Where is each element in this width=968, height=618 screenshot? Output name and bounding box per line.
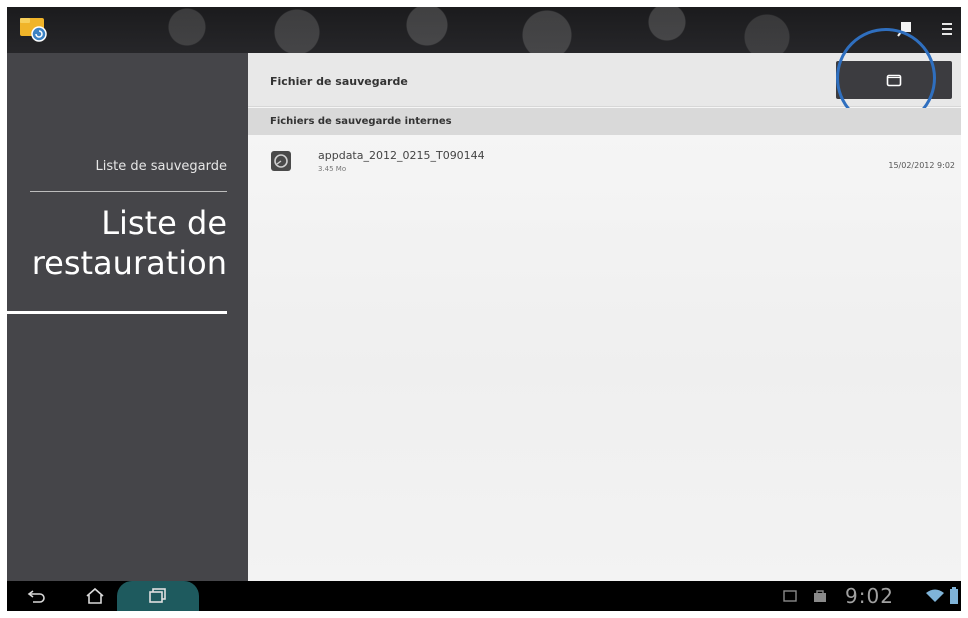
content-header: Fichier de sauvegarde [248,28,961,128]
section-header: Fichiers de sauvegarde internes [248,108,961,135]
battery-icon [950,587,958,604]
file-list-item[interactable]: appdata_2012_0215_T090144 3.45 Mo 15/02/… [248,145,961,185]
nav-divider [30,191,227,192]
system-navigation-bar: 9:02 [7,581,961,611]
sidebar: Liste de sauvegarde Liste de restauratio… [7,53,248,581]
section-title: Fichiers de sauvegarde internes [270,116,452,127]
wifi-icon [926,589,944,602]
action-bar [7,7,961,53]
nav-restore-label-line2: restauration [31,244,227,282]
nav-item-restore-list[interactable]: Liste de restauration [7,203,227,283]
app-backup-icon[interactable] [19,15,49,43]
nav-selected-indicator [7,311,227,314]
backup-file-icon [271,151,291,171]
notification-bag-icon [814,590,826,602]
overflow-menu-icon[interactable] [941,21,953,37]
back-icon[interactable] [27,588,47,604]
recent-apps-icon [149,588,166,603]
home-icon[interactable] [85,587,105,605]
screenshot-icon [783,590,797,602]
file-size: 3.45 Mo [318,165,347,173]
status-clock: 9:02 [845,584,894,608]
recent-apps-button[interactable] [117,581,199,611]
main-content: Fichier de sauvegarde Fichiers de sauveg… [248,28,961,581]
nav-restore-label-line1: Liste de [101,204,227,242]
header-title: Fichier de sauvegarde [270,75,408,88]
tablet-screen: Liste de sauvegarde Liste de restauratio… [7,7,961,611]
file-name: appdata_2012_0215_T090144 [318,149,485,162]
nav-item-backup-list[interactable]: Liste de sauvegarde [7,159,228,174]
file-date: 15/02/2012 9:02 [888,161,955,170]
